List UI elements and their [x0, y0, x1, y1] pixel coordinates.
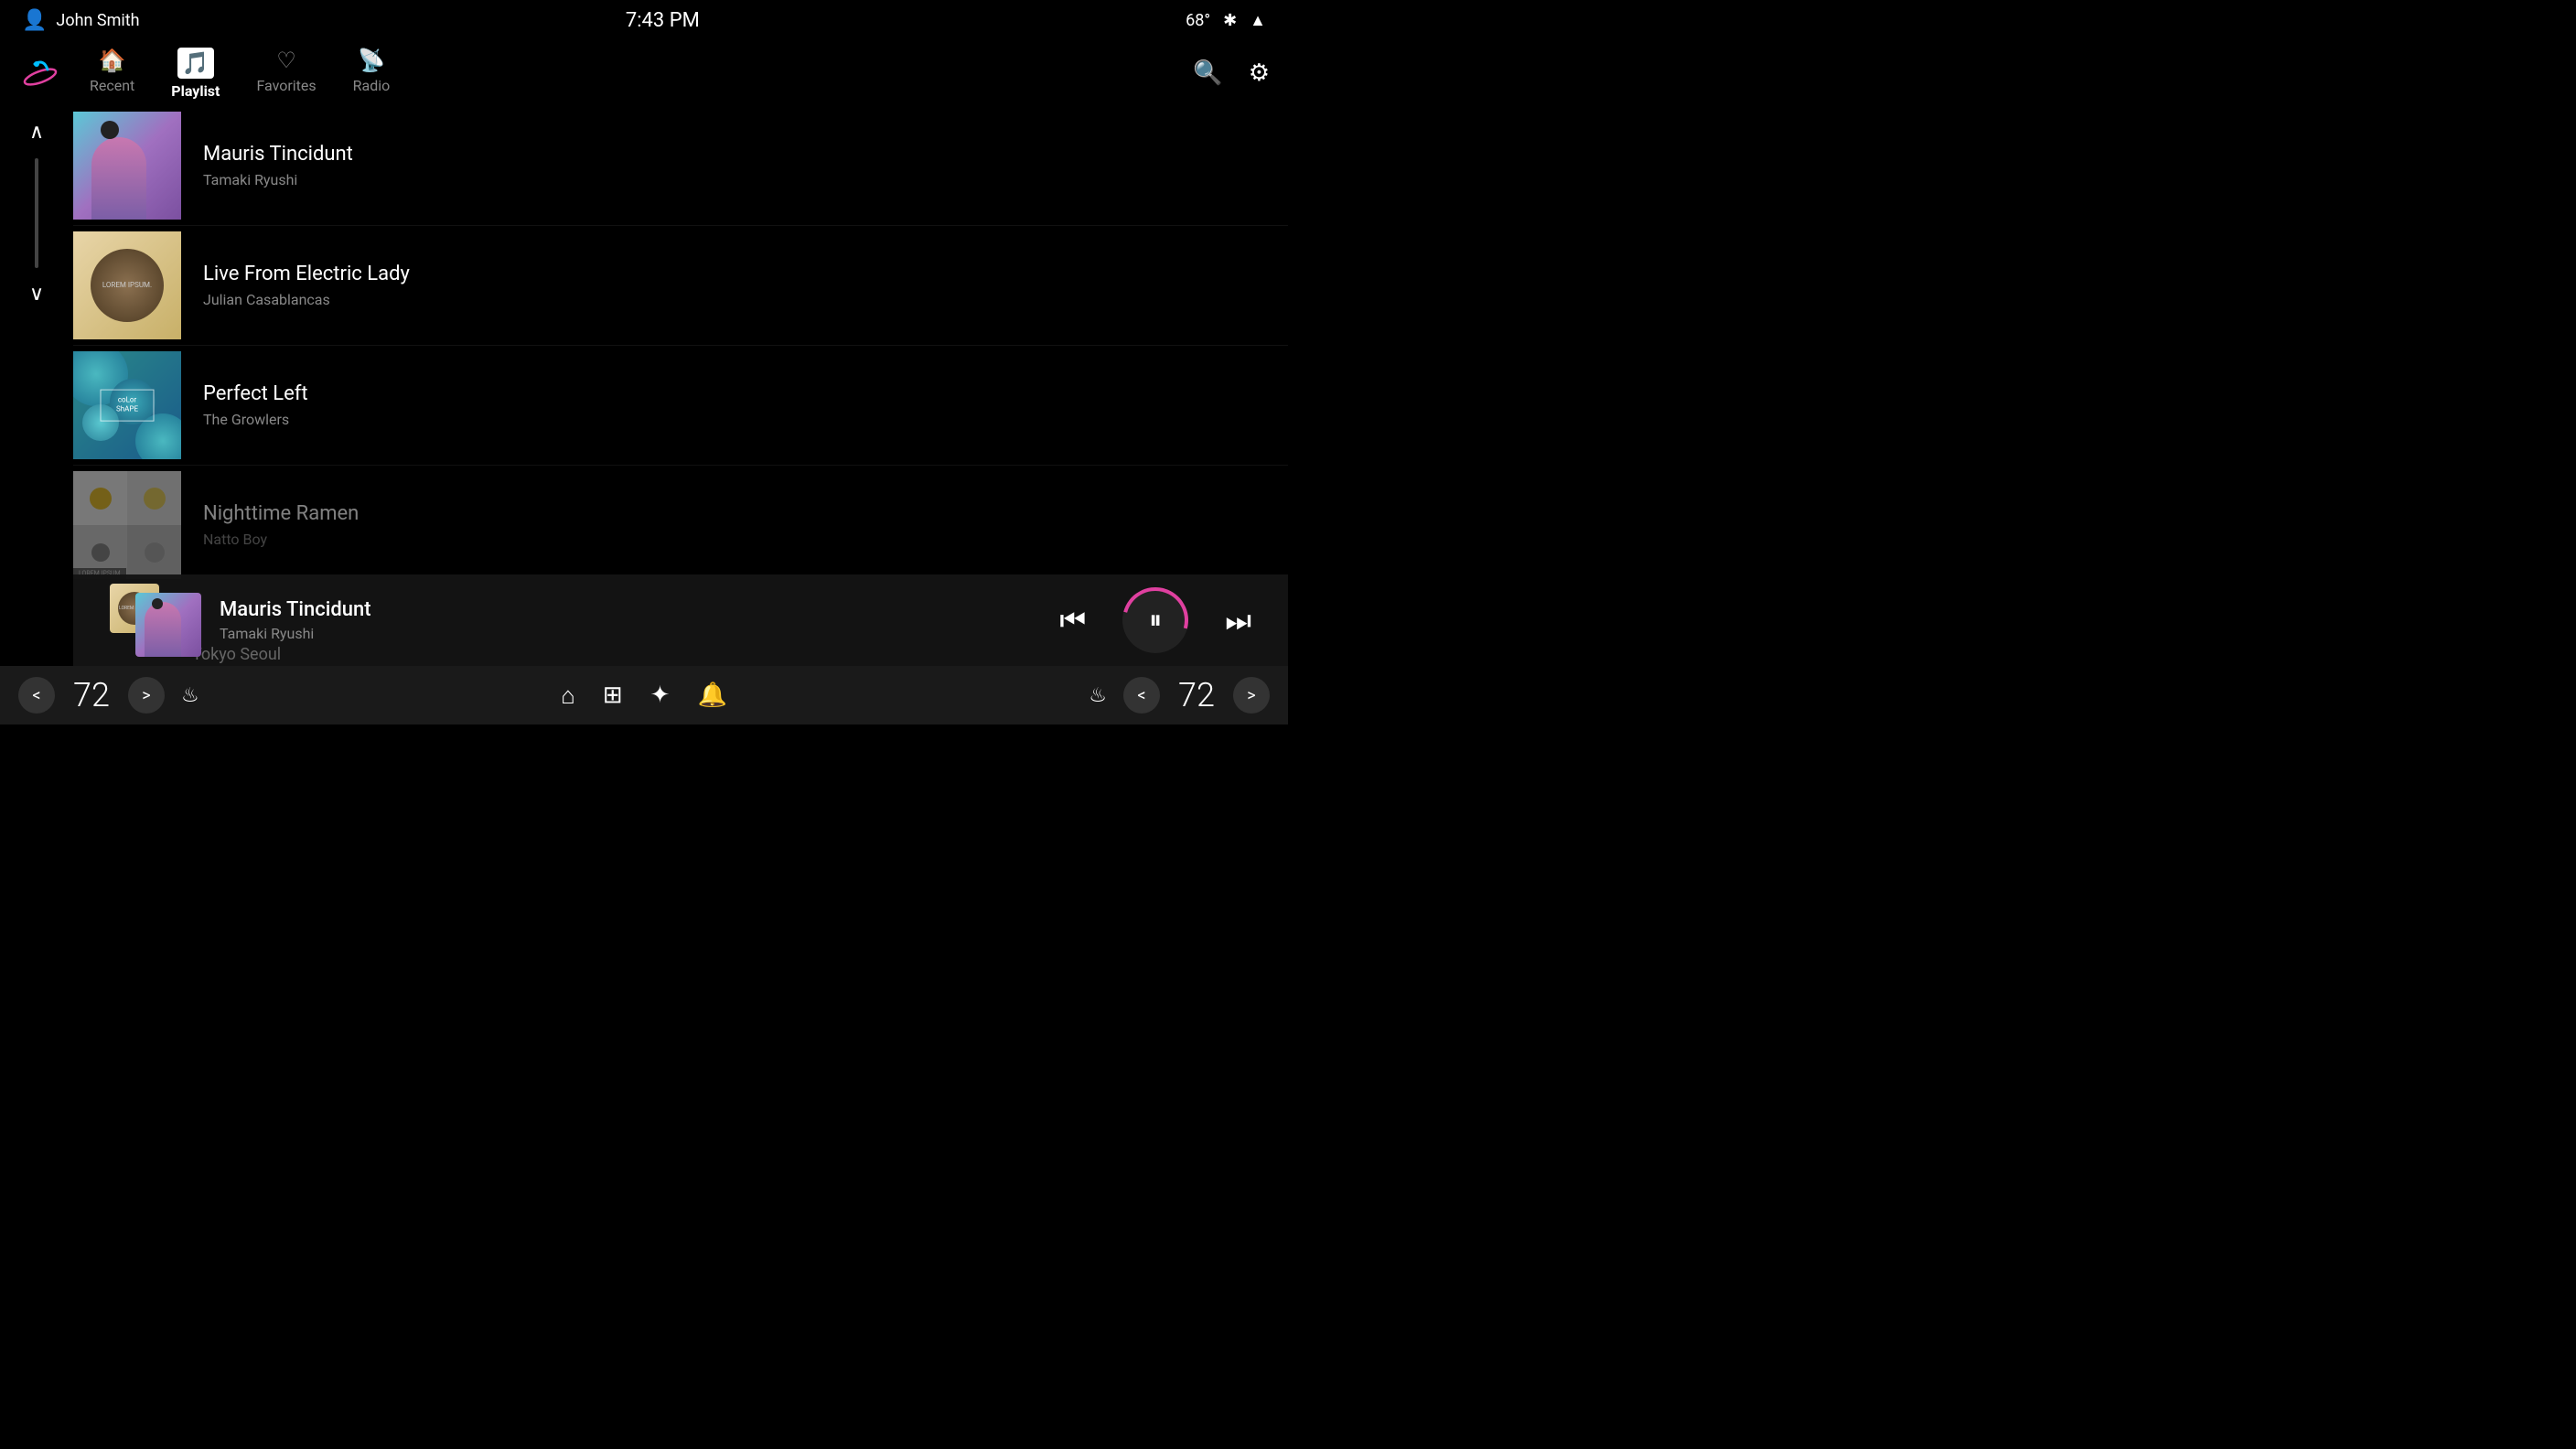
playlist-label: Playlist	[171, 82, 220, 100]
playlist-item-4[interactable]: LOREM IPSUM Nighttime Ramen Natto Boy	[73, 466, 1288, 585]
status-bar: 👤 John Smith 7:43 PM 68° ✱ ▲	[0, 0, 1288, 40]
temp-display: 68°	[1186, 11, 1210, 30]
now-playing-bar: LOREM IPSUM. Mauris Tincidunt Tamaki Ryu…	[73, 574, 1288, 666]
sidebar-scroll: ∧ ∨	[0, 106, 73, 666]
song-title-4: Nighttime Ramen	[203, 502, 1270, 525]
top-nav: 🏠 Recent 🎵 Playlist ♡ Favorites 📡 Radio …	[0, 40, 1288, 106]
next-track-button[interactable]: ⏭	[1225, 603, 1251, 639]
favorites-label: Favorites	[256, 77, 316, 94]
settings-button[interactable]: ⚙	[1249, 59, 1270, 87]
prev-track-button[interactable]: ⏮	[1059, 603, 1086, 639]
home-button[interactable]: ⌂	[561, 682, 575, 710]
next-song-hint: Tokyo Seoul	[192, 645, 281, 664]
recent-label: Recent	[90, 77, 134, 94]
right-temp: 72	[1169, 676, 1224, 714]
now-playing-art	[135, 593, 201, 657]
bluetooth-icon: ✱	[1223, 11, 1237, 30]
nav-tabs: 🏠 Recent 🎵 Playlist ♡ Favorites 📡 Radio	[90, 48, 1193, 100]
user-icon: 👤	[22, 9, 47, 32]
now-playing-info: Mauris Tincidunt Tamaki Ryushi	[220, 598, 1059, 642]
song-info-1: Mauris Tincidunt Tamaki Ryushi	[203, 143, 1270, 188]
right-prev-button[interactable]: <	[1123, 677, 1160, 714]
status-left: 👤 John Smith	[22, 9, 140, 32]
signal-icon: ▲	[1250, 11, 1266, 30]
bottom-bar: < 72 > ♨ ⌂ ⊞ ✦ 🔔 ♨ < 72 >	[0, 666, 1288, 724]
heat-right-icon: ♨	[1089, 684, 1107, 707]
album-art-3: coLor ShAPE	[73, 351, 181, 459]
now-playing-title: Mauris Tincidunt	[220, 598, 1059, 621]
song-artist-2: Julian Casablancas	[203, 291, 1270, 308]
grid-button[interactable]: ⊞	[603, 682, 623, 709]
main-content: ∧ ∨ Mauris Tincidunt Tamaki Ryushi LOREM…	[0, 106, 1288, 666]
radio-icon: 📡	[358, 48, 385, 73]
song-title-1: Mauris Tincidunt	[203, 143, 1270, 166]
bottom-right: ♨ < 72 >	[1089, 676, 1270, 714]
song-artist-4: Natto Boy	[203, 531, 1270, 548]
status-time: 7:43 PM	[626, 9, 700, 32]
song-artist-1: Tamaki Ryushi	[203, 171, 1270, 188]
album-art-4: LOREM IPSUM	[73, 471, 181, 579]
playlist-item-2[interactable]: LOREM IPSUM. Live From Electric Lady Jul…	[73, 226, 1288, 346]
song-info-3: Perfect Left The Growlers	[203, 382, 1270, 428]
tab-playlist[interactable]: 🎵 Playlist	[171, 48, 220, 100]
now-playing-artist: Tamaki Ryushi	[220, 625, 1059, 642]
scroll-up-button[interactable]: ∧	[24, 115, 49, 149]
bell-button[interactable]: 🔔	[697, 682, 726, 709]
lorem-text: LOREM IPSUM.	[95, 274, 159, 297]
playlist-item-1[interactable]: Mauris Tincidunt Tamaki Ryushi	[73, 106, 1288, 226]
playlist-icon: 🎵	[177, 48, 214, 79]
nav-actions: 🔍 ⚙	[1193, 59, 1270, 87]
playlist-container: Mauris Tincidunt Tamaki Ryushi LOREM IPS…	[73, 106, 1288, 666]
bottom-center: ⌂ ⊞ ✦ 🔔	[561, 682, 727, 710]
left-next-button[interactable]: >	[128, 677, 165, 714]
left-prev-button[interactable]: <	[18, 677, 55, 714]
playlist-item-3[interactable]: coLor ShAPE Perfect Left The Growlers	[73, 346, 1288, 466]
search-button[interactable]: 🔍	[1193, 59, 1222, 87]
song-artist-3: The Growlers	[203, 411, 1270, 428]
bottom-left: < 72 > ♨	[18, 676, 199, 714]
heat-left-icon: ♨	[181, 684, 199, 707]
now-playing-controls: ⏮ ⏸ ⏭	[1059, 587, 1251, 653]
right-next-button[interactable]: >	[1233, 677, 1270, 714]
tab-radio[interactable]: 📡 Radio	[353, 48, 391, 100]
radio-label: Radio	[353, 77, 391, 94]
song-title-3: Perfect Left	[203, 382, 1270, 405]
favorites-icon: ♡	[276, 48, 296, 73]
song-info-4: Nighttime Ramen Natto Boy	[203, 502, 1270, 548]
album-art-2: LOREM IPSUM.	[73, 231, 181, 339]
user-name: John Smith	[56, 11, 139, 30]
tab-favorites[interactable]: ♡ Favorites	[256, 48, 316, 100]
tab-recent[interactable]: 🏠 Recent	[90, 48, 134, 100]
recent-icon: 🏠	[99, 48, 126, 73]
left-temp: 72	[64, 676, 119, 714]
status-right: 68° ✱ ▲	[1186, 11, 1266, 30]
color-shape-text: coLor ShAPE	[101, 390, 155, 422]
song-info-2: Live From Electric Lady Julian Casablanc…	[203, 263, 1270, 308]
play-pause-button[interactable]: ⏸	[1122, 587, 1188, 653]
album-art-1	[73, 112, 181, 220]
fan-button[interactable]: ✦	[650, 682, 671, 709]
scroll-track	[35, 158, 38, 268]
scroll-down-button[interactable]: ∨	[24, 277, 49, 311]
song-title-2: Live From Electric Lady	[203, 263, 1270, 285]
app-logo	[18, 51, 62, 95]
